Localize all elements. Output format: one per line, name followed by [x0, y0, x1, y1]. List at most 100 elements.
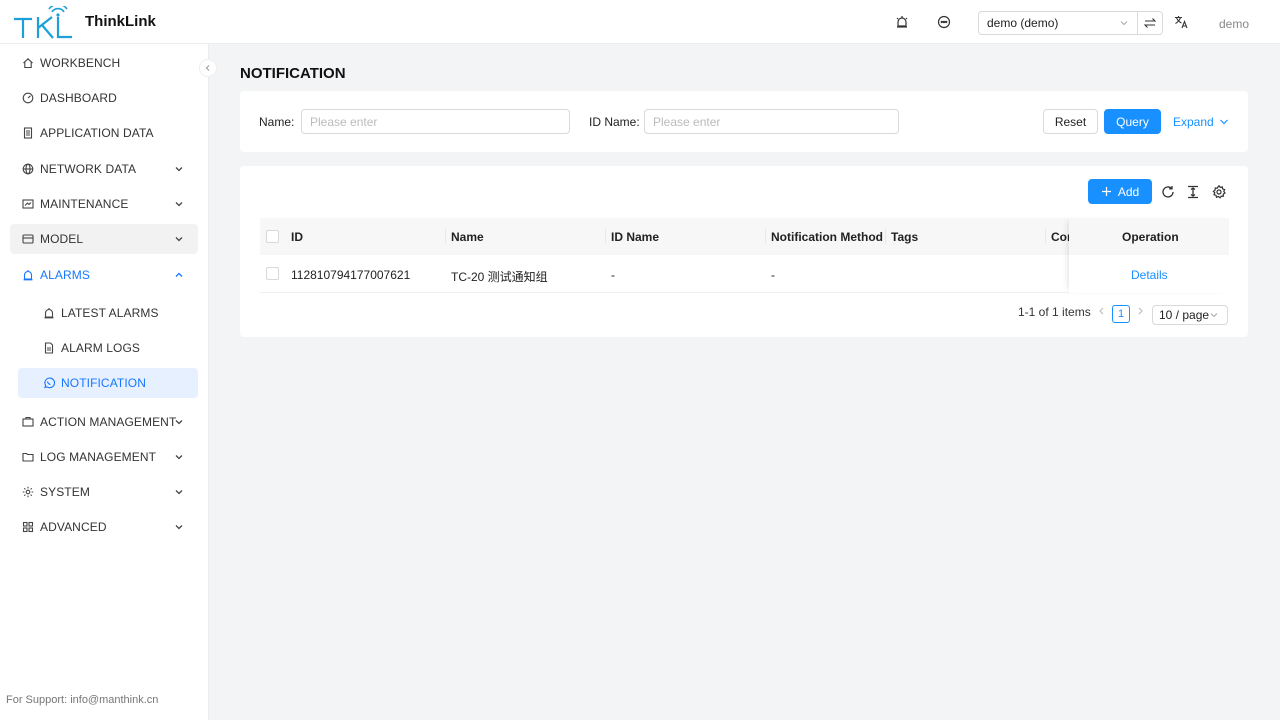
query-button[interactable]: Query	[1104, 109, 1161, 134]
details-link[interactable]: Details	[1131, 268, 1168, 282]
whatsapp-icon	[43, 377, 55, 389]
reset-button[interactable]: Reset	[1043, 109, 1098, 134]
page-size-select[interactable]: 10 / page	[1152, 305, 1228, 325]
sidebar-item-label: ALARM LOGS	[61, 341, 141, 355]
column-height-icon[interactable]	[1185, 184, 1201, 200]
select-all-checkbox[interactable]	[266, 230, 279, 243]
column-header-tags[interactable]: Tags	[891, 230, 918, 244]
sidebar-item-label: LOG MANAGEMENT	[40, 450, 157, 464]
settings-icon[interactable]	[1211, 184, 1227, 200]
chevron-down-icon	[174, 163, 184, 173]
chevron-down-icon	[174, 233, 184, 243]
grid-icon	[22, 521, 34, 533]
cell-id-name: -	[611, 268, 615, 282]
sidebar-item-alarm-logs[interactable]: ALARM LOGS	[10, 333, 198, 363]
column-header-id[interactable]: ID	[291, 230, 303, 244]
sidebar-collapse-button[interactable]	[199, 59, 217, 77]
operation-column: Operation Details	[1069, 218, 1229, 293]
chevron-down-icon	[1209, 309, 1219, 323]
alarm-icon[interactable]	[894, 14, 910, 30]
cell-notification-method: -	[771, 268, 775, 282]
app-name: ThinkLink	[85, 13, 156, 30]
column-divider	[605, 228, 606, 244]
sidebar: WORKBENCH DASHBOARD APPLICATION DATA NET…	[0, 44, 209, 720]
chevron-down-icon	[1219, 119, 1228, 125]
sidebar-item-workbench[interactable]: WORKBENCH	[10, 48, 198, 78]
folder-icon	[22, 451, 34, 463]
idname-filter-label: ID Name:	[589, 115, 640, 129]
sidebar-item-model[interactable]: MODEL	[10, 224, 198, 254]
chevron-right-icon[interactable]	[1136, 305, 1145, 319]
swap-icon	[1144, 18, 1156, 28]
sidebar-item-label: MAINTENANCE	[40, 197, 129, 211]
alarm-icon	[43, 307, 55, 319]
add-button[interactable]: Add	[1088, 179, 1152, 204]
add-button-label: Add	[1117, 184, 1140, 199]
column-divider	[765, 228, 766, 244]
chevron-down-icon	[174, 198, 184, 208]
sidebar-item-label: NOTIFICATION	[61, 376, 146, 390]
sidebar-item-label: NETWORK DATA	[40, 162, 137, 176]
chevron-down-icon	[1119, 17, 1129, 31]
sidebar-item-system[interactable]: SYSTEM	[10, 477, 198, 507]
sidebar-item-log-management[interactable]: LOG MANAGEMENT	[10, 442, 198, 472]
name-filter-input[interactable]	[301, 109, 570, 134]
page-1-button[interactable]: 1	[1112, 305, 1130, 323]
refresh-icon[interactable]	[1160, 184, 1176, 200]
model-icon	[22, 233, 34, 245]
tkl-logo[interactable]	[12, 6, 74, 40]
row-checkbox[interactable]	[266, 267, 279, 280]
column-divider	[445, 228, 446, 244]
sidebar-item-application-data[interactable]: APPLICATION DATA	[10, 118, 198, 148]
sidebar-item-notification[interactable]: NOTIFICATION	[18, 368, 198, 398]
chevron-down-icon	[174, 416, 184, 426]
file-icon	[43, 342, 55, 354]
sidebar-item-action-management[interactable]: ACTION MANAGEMENT	[10, 407, 198, 437]
sidebar-item-label: ALARMS	[40, 268, 90, 282]
cell-id: 112810794177007621	[291, 268, 411, 282]
page-size-value: 10 / page	[1159, 308, 1210, 322]
user-name[interactable]: demo	[1219, 17, 1249, 31]
sidebar-item-label: SYSTEM	[40, 485, 90, 499]
column-header-name[interactable]: Name	[451, 230, 484, 244]
expand-link[interactable]: Expand	[1173, 115, 1229, 129]
sidebar-item-label: ACTION MANAGEMENT	[40, 415, 177, 429]
sidebar-item-advanced[interactable]: ADVANCED	[10, 512, 198, 542]
translate-icon[interactable]	[1173, 14, 1189, 30]
top-header: ThinkLink demo (demo) demo	[0, 0, 1280, 44]
sidebar-item-dashboard[interactable]: DASHBOARD	[10, 83, 198, 113]
chevron-up-icon	[174, 269, 184, 279]
chevron-left-icon[interactable]	[1097, 305, 1106, 319]
sidebar-item-latest-alarms[interactable]: LATEST ALARMS	[10, 298, 198, 328]
tenant-select-value: demo (demo)	[987, 16, 1059, 30]
home-icon	[22, 57, 34, 69]
filter-panel: Name: ID Name: Reset Query Expand	[240, 91, 1248, 152]
chat-icon[interactable]	[936, 14, 952, 30]
globe-icon	[22, 163, 34, 175]
sidebar-item-label: ADVANCED	[40, 520, 107, 534]
chevron-down-icon	[174, 451, 184, 461]
sidebar-item-alarms[interactable]: ALARMS	[10, 260, 198, 290]
sidebar-item-label: DASHBOARD	[40, 91, 117, 105]
sidebar-item-label: LATEST ALARMS	[61, 306, 159, 320]
support-text: For Support: info@manthink.cn	[6, 694, 159, 706]
document-icon	[22, 127, 34, 139]
name-filter-label: Name:	[259, 115, 295, 129]
column-divider	[885, 228, 886, 244]
pagination-summary: 1-1 of 1 items	[1018, 305, 1091, 319]
table-panel: Add ID Name ID Name Notification Method …	[240, 166, 1248, 337]
switch-tenant-button[interactable]	[1137, 11, 1163, 35]
sidebar-item-label: APPLICATION DATA	[40, 126, 154, 140]
chevron-left-icon	[205, 65, 210, 71]
sidebar-item-network-data[interactable]: NETWORK DATA	[10, 154, 198, 184]
operation-header-cell: Operation	[1069, 218, 1229, 255]
plus-icon	[1101, 187, 1111, 196]
sidebar-item-maintenance[interactable]: MAINTENANCE	[10, 189, 198, 219]
expand-label: Expand	[1173, 115, 1214, 129]
tenant-select[interactable]: demo (demo)	[978, 11, 1138, 35]
chevron-down-icon	[174, 486, 184, 496]
idname-filter-input[interactable]	[644, 109, 899, 134]
column-header-id-name[interactable]: ID Name	[611, 230, 659, 244]
gear-icon	[22, 486, 34, 498]
column-header-notification-method[interactable]: Notification Method	[771, 230, 883, 244]
